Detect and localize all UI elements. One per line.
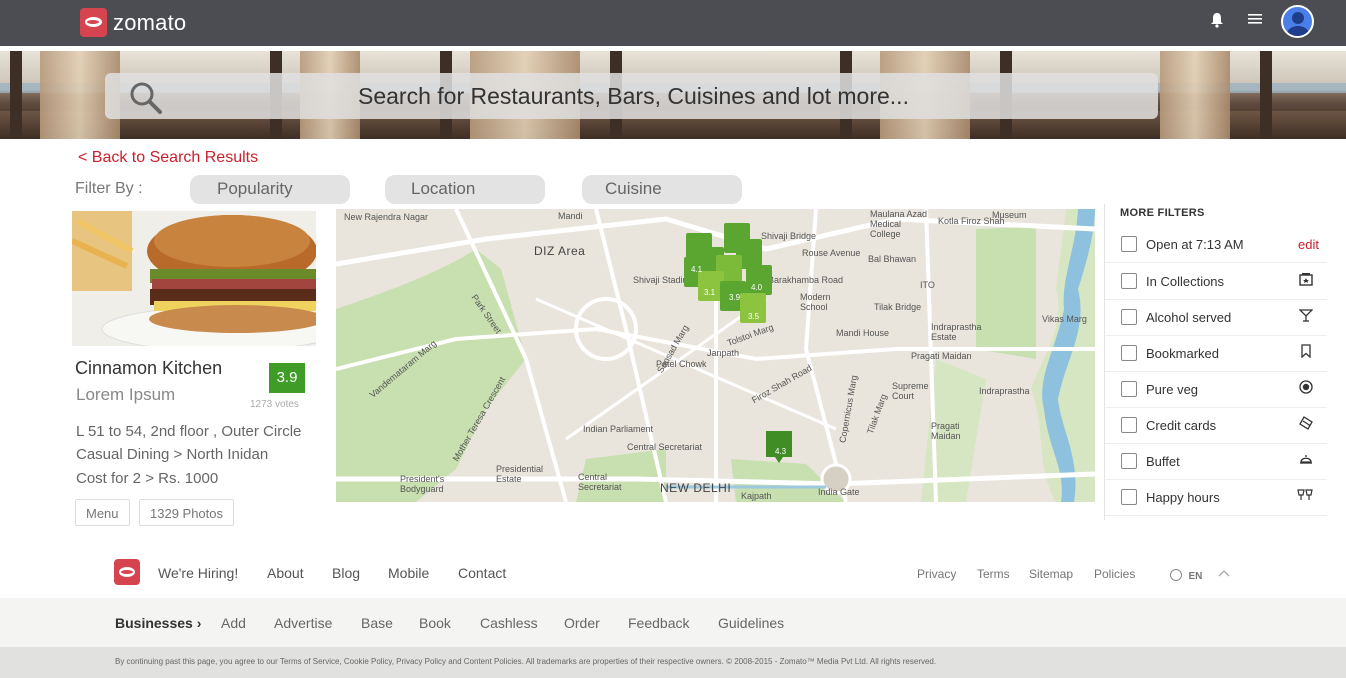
filter-by-label: Filter By : <box>75 180 143 197</box>
checkbox[interactable] <box>1121 273 1137 289</box>
top-bar: zomato <box>0 0 1346 46</box>
filter-bookmarked[interactable]: Bookmarked <box>1105 336 1327 372</box>
footer-link-sitemap[interactable]: Sitemap <box>1029 567 1073 581</box>
filter-label: Alcohol served <box>1146 310 1232 325</box>
footer-zomato-logo[interactable] <box>114 559 140 585</box>
map-marker[interactable]: 3.5 <box>748 312 759 321</box>
filter-label: Buffet <box>1146 454 1180 469</box>
more-filters-panel: MORE FILTERS Open at 7:13 AM edit In Col… <box>1104 204 1327 520</box>
scroll-up-chevron-icon[interactable] <box>1218 566 1230 584</box>
business-bar: Businesses › Add Advertise Base Book Cas… <box>0 598 1346 647</box>
filter-pure-veg[interactable]: Pure veg <box>1105 372 1327 408</box>
filter-popularity[interactable]: Popularity <box>190 175 350 204</box>
buffet-icon <box>1299 452 1313 469</box>
filter-in-collections[interactable]: In Collections <box>1105 264 1327 300</box>
more-filters-title: MORE FILTERS <box>1120 207 1205 219</box>
restaurant-subtitle: Lorem Ipsum <box>76 385 176 404</box>
checkbox[interactable] <box>1121 236 1137 252</box>
edit-link[interactable]: edit <box>1298 237 1319 252</box>
photos-button[interactable]: 1329 Photos <box>139 499 235 526</box>
language-code: EN <box>1188 571 1203 582</box>
filter-alcohol[interactable]: Alcohol served <box>1105 300 1327 336</box>
rating-badge: 3.9 <box>269 363 305 393</box>
filter-happy-hours[interactable]: Happy hours <box>1105 480 1327 516</box>
glasses-icon <box>1297 488 1313 505</box>
biz-link-feedback[interactable]: Feedback <box>628 615 689 631</box>
map-marker[interactable]: 3.9 <box>729 293 740 302</box>
biz-link-advertise[interactable]: Advertise <box>274 615 332 631</box>
restaurant-address: L 51 to 54, 2nd floor , Outer Circle <box>76 423 302 440</box>
checkbox[interactable] <box>1121 489 1137 505</box>
restaurant-photo[interactable] <box>72 211 316 346</box>
footer-link-contact[interactable]: Contact <box>458 565 506 581</box>
user-avatar[interactable] <box>1281 5 1314 38</box>
zomato-logo-icon <box>80 8 107 37</box>
biz-link-guidelines[interactable]: Guidelines <box>718 615 784 631</box>
biz-link-book[interactable]: Book <box>419 615 451 631</box>
businesses-label[interactable]: Businesses › <box>115 615 201 631</box>
footer-link-about[interactable]: About <box>267 565 304 581</box>
biz-link-cashless[interactable]: Cashless <box>480 615 538 631</box>
hero-banner: Search for Restaurants, Bars, Cuisines a… <box>0 51 1346 139</box>
menu-hamburger-icon[interactable] <box>1248 12 1262 30</box>
language-selector[interactable]: EN <box>1170 566 1202 584</box>
legal-bar: By continuing past this page, you agree … <box>0 647 1346 678</box>
footer-link-mobile[interactable]: Mobile <box>388 565 429 581</box>
filter-label: Pure veg <box>1146 382 1199 397</box>
footer-link-privacy[interactable]: Privacy <box>917 567 956 581</box>
card-icon <box>1299 416 1313 433</box>
footer-link-terms[interactable]: Terms <box>977 567 1010 581</box>
filter-label: Open at 7:13 AM <box>1146 237 1244 252</box>
veg-icon <box>1299 380 1313 397</box>
footer-link-hiring[interactable]: We're Hiring! <box>158 565 238 581</box>
collection-icon <box>1299 272 1313 289</box>
checkbox[interactable] <box>1121 453 1137 469</box>
map-marker[interactable]: 3.1 <box>704 288 715 297</box>
votes-count: 1273 votes <box>250 399 299 410</box>
legal-text: By continuing past this page, you agree … <box>115 657 937 666</box>
map-marker-cluster[interactable] <box>684 223 792 463</box>
search-placeholder: Search for Restaurants, Bars, Cuisines a… <box>358 83 909 109</box>
biz-link-order[interactable]: Order <box>564 615 600 631</box>
checkbox[interactable] <box>1121 417 1137 433</box>
filter-label: Happy hours <box>1146 490 1220 505</box>
search-icon <box>129 81 162 114</box>
search-input[interactable]: Search for Restaurants, Bars, Cuisines a… <box>105 73 1158 119</box>
map-marker[interactable]: 4.3 <box>775 447 786 456</box>
map-marker[interactable]: 4.1 <box>691 265 702 274</box>
checkbox[interactable] <box>1121 309 1137 325</box>
restaurant-name[interactable]: Cinnamon Kitchen <box>75 358 222 379</box>
notification-bell-icon[interactable] <box>1210 12 1224 33</box>
filter-open-now[interactable]: Open at 7:13 AM edit <box>1105 227 1327 263</box>
filter-credit-cards[interactable]: Credit cards <box>1105 408 1327 444</box>
biz-link-base[interactable]: Base <box>361 615 393 631</box>
restaurant-type: Casual Dining > North Inidan <box>76 446 269 463</box>
filter-label: Credit cards <box>1146 418 1217 433</box>
biz-link-add[interactable]: Add <box>221 615 246 631</box>
menu-button[interactable]: Menu <box>75 499 130 526</box>
map-marker[interactable]: 4.0 <box>751 283 762 292</box>
filter-label: In Collections <box>1146 274 1225 289</box>
restaurant-map[interactable]: New Rajendra Nagar DIZ Area Mandi Shivaj… <box>336 209 1095 502</box>
filter-location[interactable]: Location <box>385 175 545 204</box>
footer-link-blog[interactable]: Blog <box>332 565 360 581</box>
footer-link-policies[interactable]: Policies <box>1094 567 1135 581</box>
zomato-logo[interactable]: zomato <box>80 8 186 37</box>
back-to-results-link[interactable]: < Back to Search Results <box>78 149 258 167</box>
restaurant-cost: Cost for 2 > Rs. 1000 <box>76 470 219 487</box>
filter-cuisine[interactable]: Cuisine <box>582 175 742 204</box>
checkbox[interactable] <box>1121 345 1137 361</box>
filter-label: Bookmarked <box>1146 346 1219 361</box>
filter-buffet[interactable]: Buffet <box>1105 444 1327 480</box>
cocktail-icon <box>1298 308 1314 325</box>
checkbox[interactable] <box>1121 381 1137 397</box>
brand-name: zomato <box>113 9 187 35</box>
globe-icon <box>1170 568 1182 581</box>
bookmark-icon <box>1299 344 1313 361</box>
